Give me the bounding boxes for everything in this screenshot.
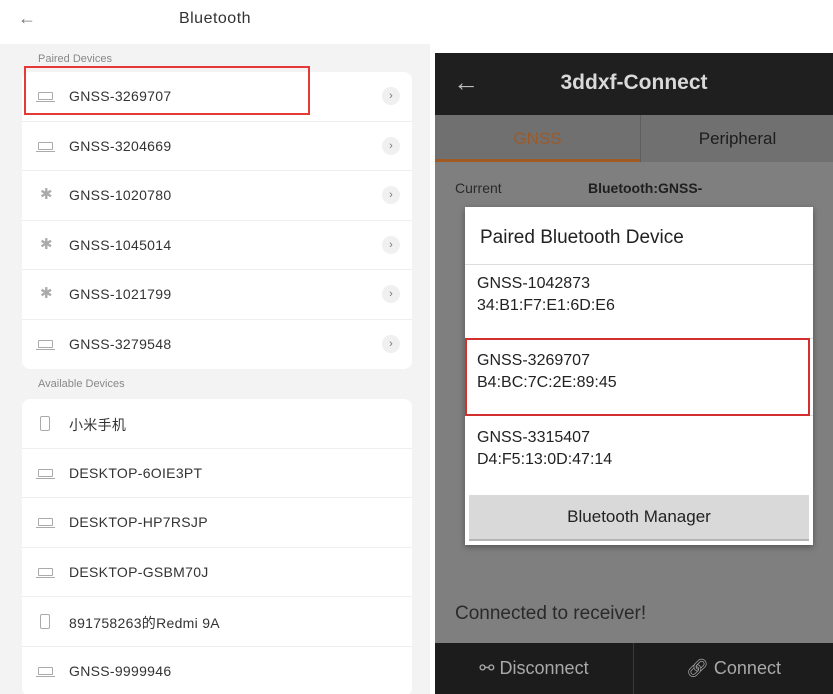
available-devices-header: Available Devices (38, 378, 125, 390)
device-name: GNSS-3204669 (69, 137, 172, 154)
current-value: Bluetooth:GNSS- (588, 180, 703, 196)
link-icon: 🔗︎ (686, 658, 709, 678)
laptop-icon (36, 518, 55, 528)
broken-link-icon: ⚯ (479, 658, 495, 678)
paired-devices-list: GNSS-3269707 › GNSS-3204669 › ✱ GNSS-1020780 ›… (22, 72, 412, 369)
header: ← Bluetooth (0, 0, 430, 44)
device-mac: 34:B1:F7:E1:6D:E6 (477, 297, 615, 314)
device-name: GNSS-1020780 (69, 187, 172, 203)
laptop-icon (36, 339, 55, 350)
device-row[interactable]: 891758263的Redmi 9A (22, 597, 412, 647)
paired-device-dialog: Paired Bluetooth Device GNSS-1042873 34:… (465, 207, 813, 545)
device-list-area: Paired Devices GNSS-3269707 › GNSS-3204669… (0, 44, 430, 694)
device-row[interactable]: ✱ GNSS-1021799 › (22, 270, 412, 320)
active-tab-indicator (435, 159, 640, 162)
device-name: GNSS-1045014 (69, 236, 172, 253)
device-row[interactable]: 小米手机 (22, 399, 412, 449)
connect-app-panel: ← 3ddxf-Connect GNSS Peripheral Current … (435, 53, 833, 694)
device-name: DESKTOP-6OIE3PT (69, 464, 203, 481)
laptop-icon (36, 141, 55, 152)
bluetooth-settings-panel: ← Bluetooth Paired Devices GNSS-3269707 ›… (0, 0, 430, 694)
device-row[interactable]: GNSS-9999946 (22, 647, 412, 694)
chevron-right-icon[interactable]: › (382, 136, 400, 155)
chevron-right-icon[interactable]: › (382, 285, 400, 303)
device-option[interactable]: GNSS-3315407 D4:F5:13:0D:47:14 (465, 415, 813, 493)
laptop-icon (36, 666, 55, 677)
disconnect-label: Disconnect (499, 658, 589, 678)
device-row[interactable]: DESKTOP-HP7RSJP (22, 498, 412, 548)
tab-gnss-label: GNSS (513, 129, 562, 148)
chevron-right-icon[interactable]: › (382, 87, 400, 105)
current-label: Current (455, 180, 502, 196)
phone-icon (40, 416, 50, 431)
disconnect-button[interactable]: ⚯ Disconnect (435, 643, 634, 694)
laptop-icon (36, 468, 55, 479)
device-name: 小米手机 (69, 417, 127, 433)
app-title: 3ddxf-Connect (560, 71, 708, 94)
chevron-right-icon[interactable]: › (382, 235, 400, 254)
page-title: Bluetooth (178, 10, 252, 27)
bluetooth-icon: ✱ (40, 285, 53, 302)
device-name: GNSS-3279548 (69, 335, 172, 352)
chevron-right-icon[interactable]: › (382, 186, 400, 204)
device-name: GNSS-3315407 (477, 429, 590, 446)
device-row[interactable]: GNSS-3279548 › (22, 320, 412, 370)
bluetooth-icon: ✱ (40, 235, 53, 253)
device-option[interactable]: GNSS-1042873 34:B1:F7:E1:6D:E6 (465, 261, 813, 339)
connect-button[interactable]: 🔗︎ Connect (634, 643, 833, 694)
tab-peripheral-label: Peripheral (698, 129, 777, 148)
connect-label: Connect (713, 658, 781, 678)
highlight-box (24, 66, 310, 115)
device-row[interactable]: DESKTOP-6OIE3PT (22, 449, 412, 498)
tab-gnss[interactable]: GNSS (435, 115, 640, 162)
laptop-icon (36, 567, 55, 578)
device-row[interactable]: ✱ GNSS-1020780 › (22, 171, 412, 221)
device-name: GNSS-9999946 (69, 662, 172, 679)
device-row[interactable]: GNSS-3204669 › (22, 122, 412, 171)
bluetooth-icon: ✱ (40, 186, 53, 203)
device-name: GNSS-1042873 (477, 275, 590, 292)
device-name: DESKTOP-GSBM70J (69, 563, 209, 580)
device-name: GNSS-1021799 (69, 286, 172, 302)
paired-devices-header: Paired Devices (38, 53, 112, 65)
phone-icon (40, 614, 50, 629)
device-name: DESKTOP-HP7RSJP (69, 514, 208, 530)
device-row[interactable]: DESKTOP-GSBM70J (22, 548, 412, 597)
chevron-right-icon[interactable]: › (382, 334, 400, 353)
available-devices-list: 小米手机 DESKTOP-6OIE3PT DESKTOP-HP7RSJP DESKTO… (22, 399, 412, 694)
highlight-box (465, 338, 810, 416)
tab-bar: GNSS Peripheral (435, 115, 833, 162)
app-header: ← 3ddxf-Connect (435, 53, 833, 115)
connection-status: Connected to receiver! (455, 603, 647, 624)
bottom-action-bar: ⚯ Disconnect 🔗︎ Connect (435, 643, 833, 694)
device-name: 891758263的Redmi 9A (69, 615, 220, 631)
device-row[interactable]: ✱ GNSS-1045014 › (22, 221, 412, 270)
tab-peripheral[interactable]: Peripheral (640, 115, 833, 162)
dialog-title: Paired Bluetooth Device (480, 227, 684, 248)
device-mac: D4:F5:13:0D:47:14 (477, 451, 613, 468)
bluetooth-manager-button[interactable]: Bluetooth Manager (469, 495, 809, 541)
